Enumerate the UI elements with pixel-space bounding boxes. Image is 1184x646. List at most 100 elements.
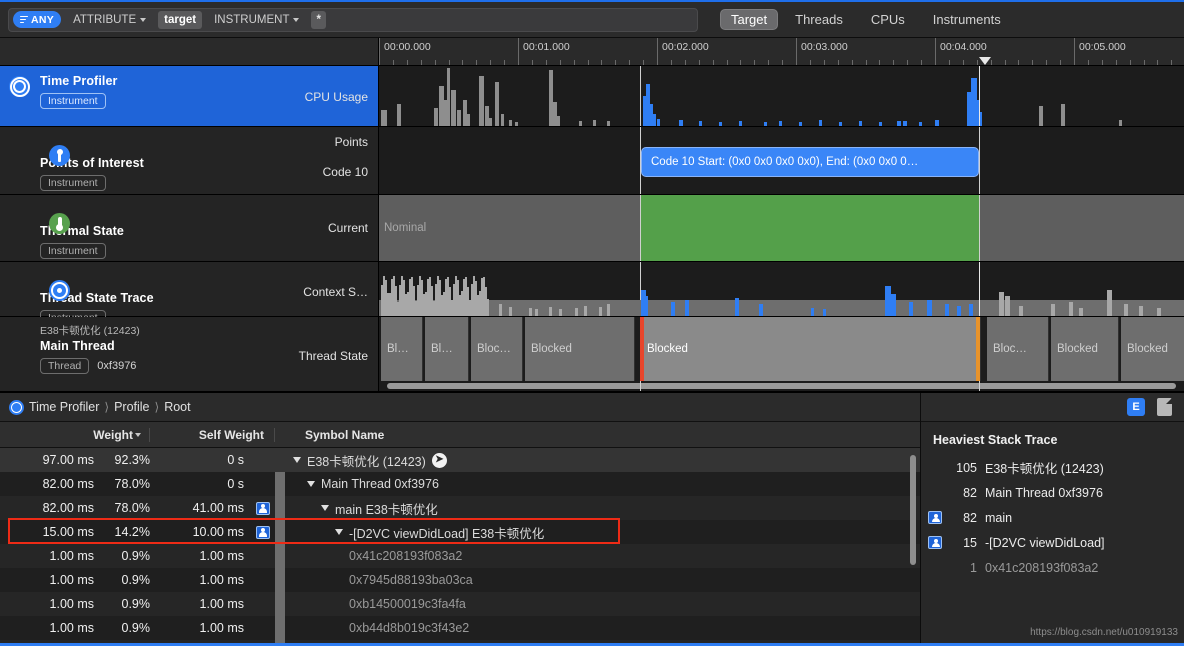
table-row[interactable]: 82.00 ms 78.0% 41.00 ms main E38卡顿优化 bbox=[0, 496, 920, 520]
track-thread-state-trace[interactable]: Thread State Trace Instrument Context S… bbox=[0, 262, 1184, 326]
context-switch-bar bbox=[999, 292, 1004, 316]
context-switch-bar bbox=[1107, 290, 1112, 316]
track-thermal-state[interactable]: Thermal State Instrument Current Nominal bbox=[0, 195, 1184, 262]
tab-target[interactable]: Target bbox=[720, 9, 779, 30]
tab-instruments[interactable]: Instruments bbox=[922, 9, 1012, 30]
call-tree-scrollbar[interactable] bbox=[910, 455, 916, 642]
filter-token-attribute[interactable]: ATTRIBUTE bbox=[67, 11, 152, 29]
stack-frame-row[interactable]: 15 -[D2VC viewDidLoad] bbox=[921, 530, 1184, 555]
thread-state-segment[interactable]: Bl… bbox=[425, 317, 469, 381]
tab-target-label: Target bbox=[731, 12, 768, 27]
disclosure-triangle-icon[interactable] bbox=[307, 481, 315, 487]
symbol-label: 0xb14500019c3fa4fa bbox=[349, 597, 466, 611]
table-row[interactable]: 97.00 ms 92.3% 0 s E38卡顿优化 (12423) ➤ bbox=[0, 448, 920, 472]
disclosure-triangle-icon[interactable] bbox=[335, 529, 343, 535]
column-divider bbox=[275, 568, 285, 592]
stack-frame-row[interactable]: 105 E38卡顿优化 (12423) bbox=[921, 455, 1184, 480]
poi-event-chip[interactable]: Code 10 Start: (0x0 0x0 0x0 0x0), End: (… bbox=[641, 147, 979, 177]
track-time-profiler[interactable]: Time Profiler Instrument CPU Usage bbox=[0, 66, 1184, 127]
ruler-minor-tick bbox=[948, 60, 950, 65]
ruler-minor-tick bbox=[684, 60, 686, 65]
context-switch-bar bbox=[535, 309, 538, 316]
call-tree-rows[interactable]: 97.00 ms 92.3% 0 s E38卡顿优化 (12423) ➤ 82.00 ms… bbox=[0, 448, 920, 646]
any-filter-pill[interactable]: ANY bbox=[13, 11, 62, 28]
ruler-minor-tick bbox=[907, 60, 909, 65]
cpu-usage-bar bbox=[607, 121, 610, 126]
ruler-minor-tick bbox=[434, 60, 436, 65]
stack-frame-name: 0x41c208193f083a2 bbox=[985, 560, 1099, 575]
cell-self-weight: 1.00 ms bbox=[199, 549, 244, 563]
thread-state-segment[interactable]: Blocked bbox=[1051, 317, 1119, 381]
tab-threads[interactable]: Threads bbox=[784, 9, 854, 30]
table-row[interactable]: 82.00 ms 78.0% 0 s Main Thread 0xf3976 bbox=[0, 472, 920, 496]
track-points-of-interest[interactable]: Points of Interest Instrument Points Cod… bbox=[0, 127, 1184, 195]
track-header-thread-state-trace[interactable]: Thread State Trace Instrument Context S… bbox=[0, 262, 379, 326]
ruler-minor-tick bbox=[1101, 60, 1103, 65]
table-row[interactable]: 1.00 ms 0.9% 1.00 ms 0xb14500019c3fa4fa bbox=[0, 592, 920, 616]
track-header-main-thread[interactable]: E38卡顿优化 (12423) Main Thread Thread 0xf39… bbox=[0, 317, 379, 391]
track-lane-thread-state-trace[interactable] bbox=[379, 262, 1184, 316]
document-icon[interactable] bbox=[1157, 398, 1172, 416]
filter-token-instrument[interactable]: INSTRUMENT bbox=[208, 11, 305, 29]
tab-cpus[interactable]: CPUs bbox=[860, 9, 916, 30]
selection-edge-handle[interactable] bbox=[640, 317, 644, 381]
context-switch-bar bbox=[759, 304, 763, 316]
breadcrumb-root[interactable]: Root bbox=[164, 400, 190, 414]
thermal-state-label: Nominal bbox=[384, 222, 427, 234]
stack-frame-row[interactable]: 82 Main Thread 0xf3976 bbox=[921, 480, 1184, 505]
column-divider bbox=[275, 592, 285, 616]
track-lane-cpu-usage[interactable] bbox=[379, 66, 1184, 126]
filter-field[interactable]: ANY ATTRIBUTE target INSTRUMENT * bbox=[8, 7, 698, 32]
column-header-symbol-name[interactable]: Symbol Name bbox=[297, 428, 920, 442]
table-row[interactable]: 1.00 ms 0.9% 1.00 ms 0x7945d88193ba03ca bbox=[0, 568, 920, 592]
cpu-usage-bar bbox=[381, 110, 387, 126]
thread-state-segment[interactable]: Bloc… bbox=[987, 317, 1049, 381]
column-header-self-weight-label: Self Weight bbox=[198, 427, 264, 442]
filter-token-wildcard[interactable]: * bbox=[311, 10, 326, 29]
track-header-time-profiler[interactable]: Time Profiler Instrument CPU Usage bbox=[0, 66, 379, 126]
ruler-minor-tick bbox=[1032, 60, 1034, 65]
heaviest-stack-trace-list[interactable]: 105 E38卡顿优化 (12423) 82 Main Thread 0xf3976 8… bbox=[921, 455, 1184, 580]
timeline-ruler[interactable]: 00:00.000 00:01.000 00:02.000 00:03.000 … bbox=[0, 38, 1184, 66]
thermal-selected-band bbox=[641, 195, 979, 261]
cpu-usage-bar bbox=[397, 104, 401, 126]
track-header-points-of-interest[interactable]: Points of Interest Instrument Points Cod… bbox=[0, 127, 379, 194]
track-badge-instrument: Instrument bbox=[40, 93, 106, 109]
track-lane-thermal-state[interactable]: Nominal bbox=[379, 195, 1184, 261]
thread-state-segment[interactable]: Bloc… bbox=[471, 317, 523, 381]
filter-token-value[interactable]: target bbox=[158, 10, 203, 29]
cpu-usage-bar bbox=[479, 76, 484, 126]
selection-edge-handle[interactable] bbox=[976, 317, 980, 381]
table-row[interactable]: 15.00 ms 14.2% 10.00 ms -[D2VC viewDidLoad]… bbox=[0, 520, 920, 544]
extended-detail-button[interactable]: E bbox=[1127, 398, 1145, 416]
thread-state-segment[interactable]: Blocked bbox=[641, 317, 981, 381]
stack-frame-row[interactable]: 82 main bbox=[921, 505, 1184, 530]
disclosure-triangle-icon[interactable] bbox=[293, 457, 301, 463]
thread-state-segment[interactable]: Blocked bbox=[1121, 317, 1184, 381]
column-header-self-weight[interactable]: Self Weight bbox=[150, 427, 275, 442]
context-switch-bar bbox=[811, 308, 814, 316]
breadcrumb-profile[interactable]: Profile bbox=[114, 400, 149, 414]
playhead-marker[interactable] bbox=[979, 57, 991, 65]
timeline-horizontal-scrollbar[interactable] bbox=[387, 383, 1176, 389]
disclosure-triangle-icon[interactable] bbox=[321, 505, 329, 511]
table-row[interactable]: 1.00 ms 0.9% 1.00 ms 0xb44d8b019c3f43e2 bbox=[0, 616, 920, 640]
focus-arrow-icon[interactable]: ➤ bbox=[431, 452, 447, 468]
track-lane-points-of-interest[interactable]: Code 10 Start: (0x0 0x0 0x0 0x0), End: (… bbox=[379, 127, 1184, 194]
thread-state-segment[interactable]: Bl… bbox=[381, 317, 423, 381]
thread-state-segment[interactable]: Blocked bbox=[525, 317, 635, 381]
stack-frame-row[interactable]: 1 0x41c208193f083a2 bbox=[921, 555, 1184, 580]
track-main-thread[interactable]: E38卡顿优化 (12423) Main Thread Thread 0xf39… bbox=[0, 317, 1184, 392]
breadcrumb[interactable]: Time Profiler ⟩ Profile ⟩ Root bbox=[0, 393, 920, 422]
track-header-thermal-state[interactable]: Thermal State Instrument Current bbox=[0, 195, 379, 261]
stack-frame-name: -[D2VC viewDidLoad] bbox=[985, 535, 1105, 550]
context-switch-bar bbox=[529, 308, 532, 316]
ruler-scale[interactable]: 00:00.000 00:01.000 00:02.000 00:03.000 … bbox=[379, 38, 1184, 65]
context-switch-bar bbox=[499, 304, 502, 316]
table-row[interactable]: 1.00 ms 0.9% 1.00 ms 0x41c208193f083a2 bbox=[0, 544, 920, 568]
column-header-weight[interactable]: Weight bbox=[0, 427, 150, 442]
cell-self-weight: 41.00 ms bbox=[192, 501, 244, 515]
breadcrumb-time-profiler[interactable]: Time Profiler bbox=[29, 400, 99, 414]
track-lane-thread-state[interactable]: Bl… Bl… Bloc… Blocked Blocked Bloc… Blocked Blo… bbox=[379, 317, 1184, 391]
cpu-usage-bar bbox=[447, 68, 450, 126]
